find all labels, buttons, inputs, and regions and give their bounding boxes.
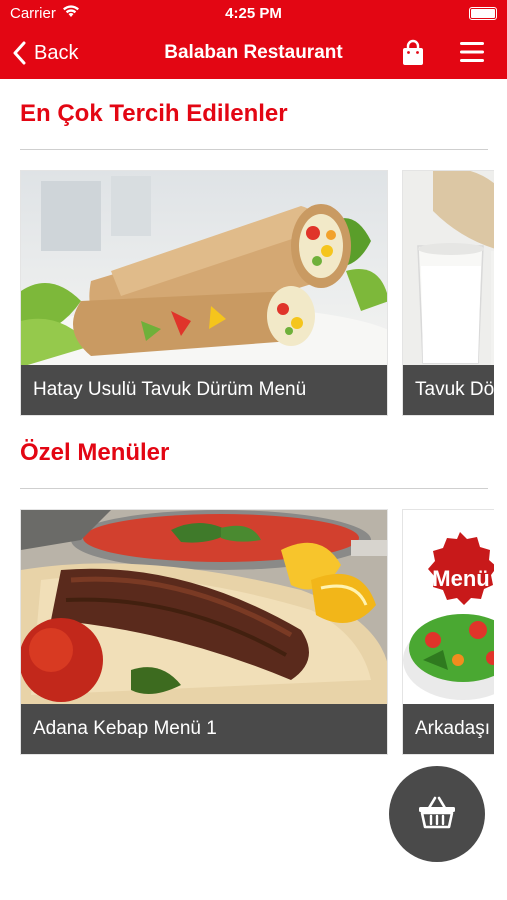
ayran-dish-image [403,171,494,367]
menu-card-title: Hatay Usulü Tavuk Dürüm Menü [21,365,387,415]
hamburger-menu-icon[interactable] [459,41,485,65]
wrap-dish-image [21,171,387,367]
back-button[interactable]: Back [12,38,78,68]
shopping-bag-icon[interactable] [400,39,428,67]
section-divider [20,149,488,150]
back-label: Back [34,41,79,64]
menu-card-title: Arkadaşı [403,704,494,754]
clock: 4:25 PM [225,5,282,22]
food-image-wrap [403,510,494,706]
food-image-wrap [21,171,387,367]
menu-card[interactable]: Hatay Usulü Tavuk Dürüm Menü [20,170,388,416]
chevron-left-icon [12,41,26,65]
section-divider [20,488,488,489]
battery-icon [469,7,497,20]
basket-icon [417,795,457,834]
food-image-wrap [403,171,494,367]
section-title-favorites: En Çok Tercih Edilenler [20,100,288,127]
kebab-dish-image [21,510,387,706]
favorites-carousel[interactable]: Hatay Usulü Tavuk Dürüm Menü Tavuk Dö [20,170,494,416]
menu-card-title: Adana Kebap Menü 1 [21,704,387,754]
basket-button[interactable] [389,766,485,862]
food-image-wrap [21,510,387,706]
menu-card[interactable]: Tavuk Dö [402,170,494,416]
menu-badge: Menü [432,566,490,591]
status-bar: Carrier 4:25 PM [0,0,507,28]
special-menus-carousel[interactable]: Adana Kebap Menü 1 Menü Arkadaşı [20,509,494,755]
section-title-special-menus: Özel Menüler [20,439,170,466]
salad-dish-image [403,510,494,706]
navigation-bar: Back Balaban Restaurant [0,28,507,79]
menu-card[interactable]: Adana Kebap Menü 1 [20,509,388,755]
menu-card[interactable]: Menü Arkadaşı [402,509,494,755]
menu-card-title: Tavuk Dö [403,365,494,415]
